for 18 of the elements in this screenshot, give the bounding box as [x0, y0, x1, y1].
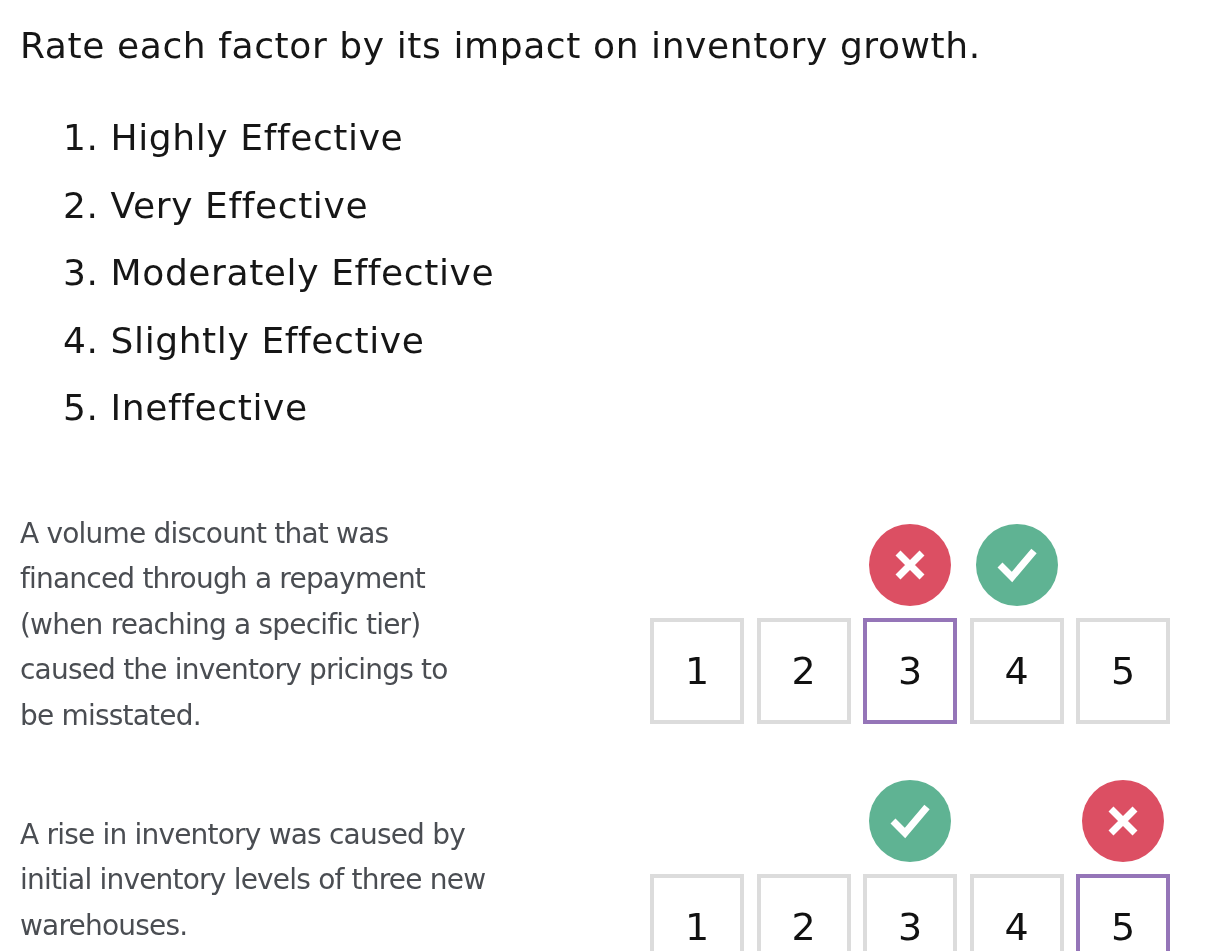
question-prompt: Rate each factor by its impact on inventory growth.	[20, 24, 982, 68]
scale-label: 4. Slightly Effective	[63, 318, 426, 363]
scale-label: 5. Ineffective	[63, 386, 309, 430]
rating-option[interactable]: 3	[863, 874, 957, 951]
scale-label: 1. Highly Effective	[63, 116, 405, 160]
rating-option[interactable]: 3	[863, 618, 957, 725]
rating-option[interactable]: 1	[650, 874, 744, 951]
statement-text: A rise in inventory was caused by initial inventory levels of three new warehouses.	[20, 816, 487, 944]
rating-option[interactable]: 5	[1076, 874, 1170, 951]
rating-option[interactable]: 4	[969, 874, 1064, 951]
statement-text: A volume discount that was financed through a repayment (when reaching a specific tier) caused the inventory pricings to be misstated.	[20, 515, 449, 734]
rating-option[interactable]: 5	[1076, 618, 1170, 725]
rating-option[interactable]: 4	[969, 618, 1064, 725]
rating-option[interactable]: 2	[756, 618, 851, 725]
scale-label: 3. Moderately Effective	[63, 251, 496, 295]
rating-option[interactable]: 2	[756, 874, 851, 951]
rating-option[interactable]: 1	[650, 618, 744, 725]
scale-label: 2. Very Effective	[63, 183, 370, 228]
